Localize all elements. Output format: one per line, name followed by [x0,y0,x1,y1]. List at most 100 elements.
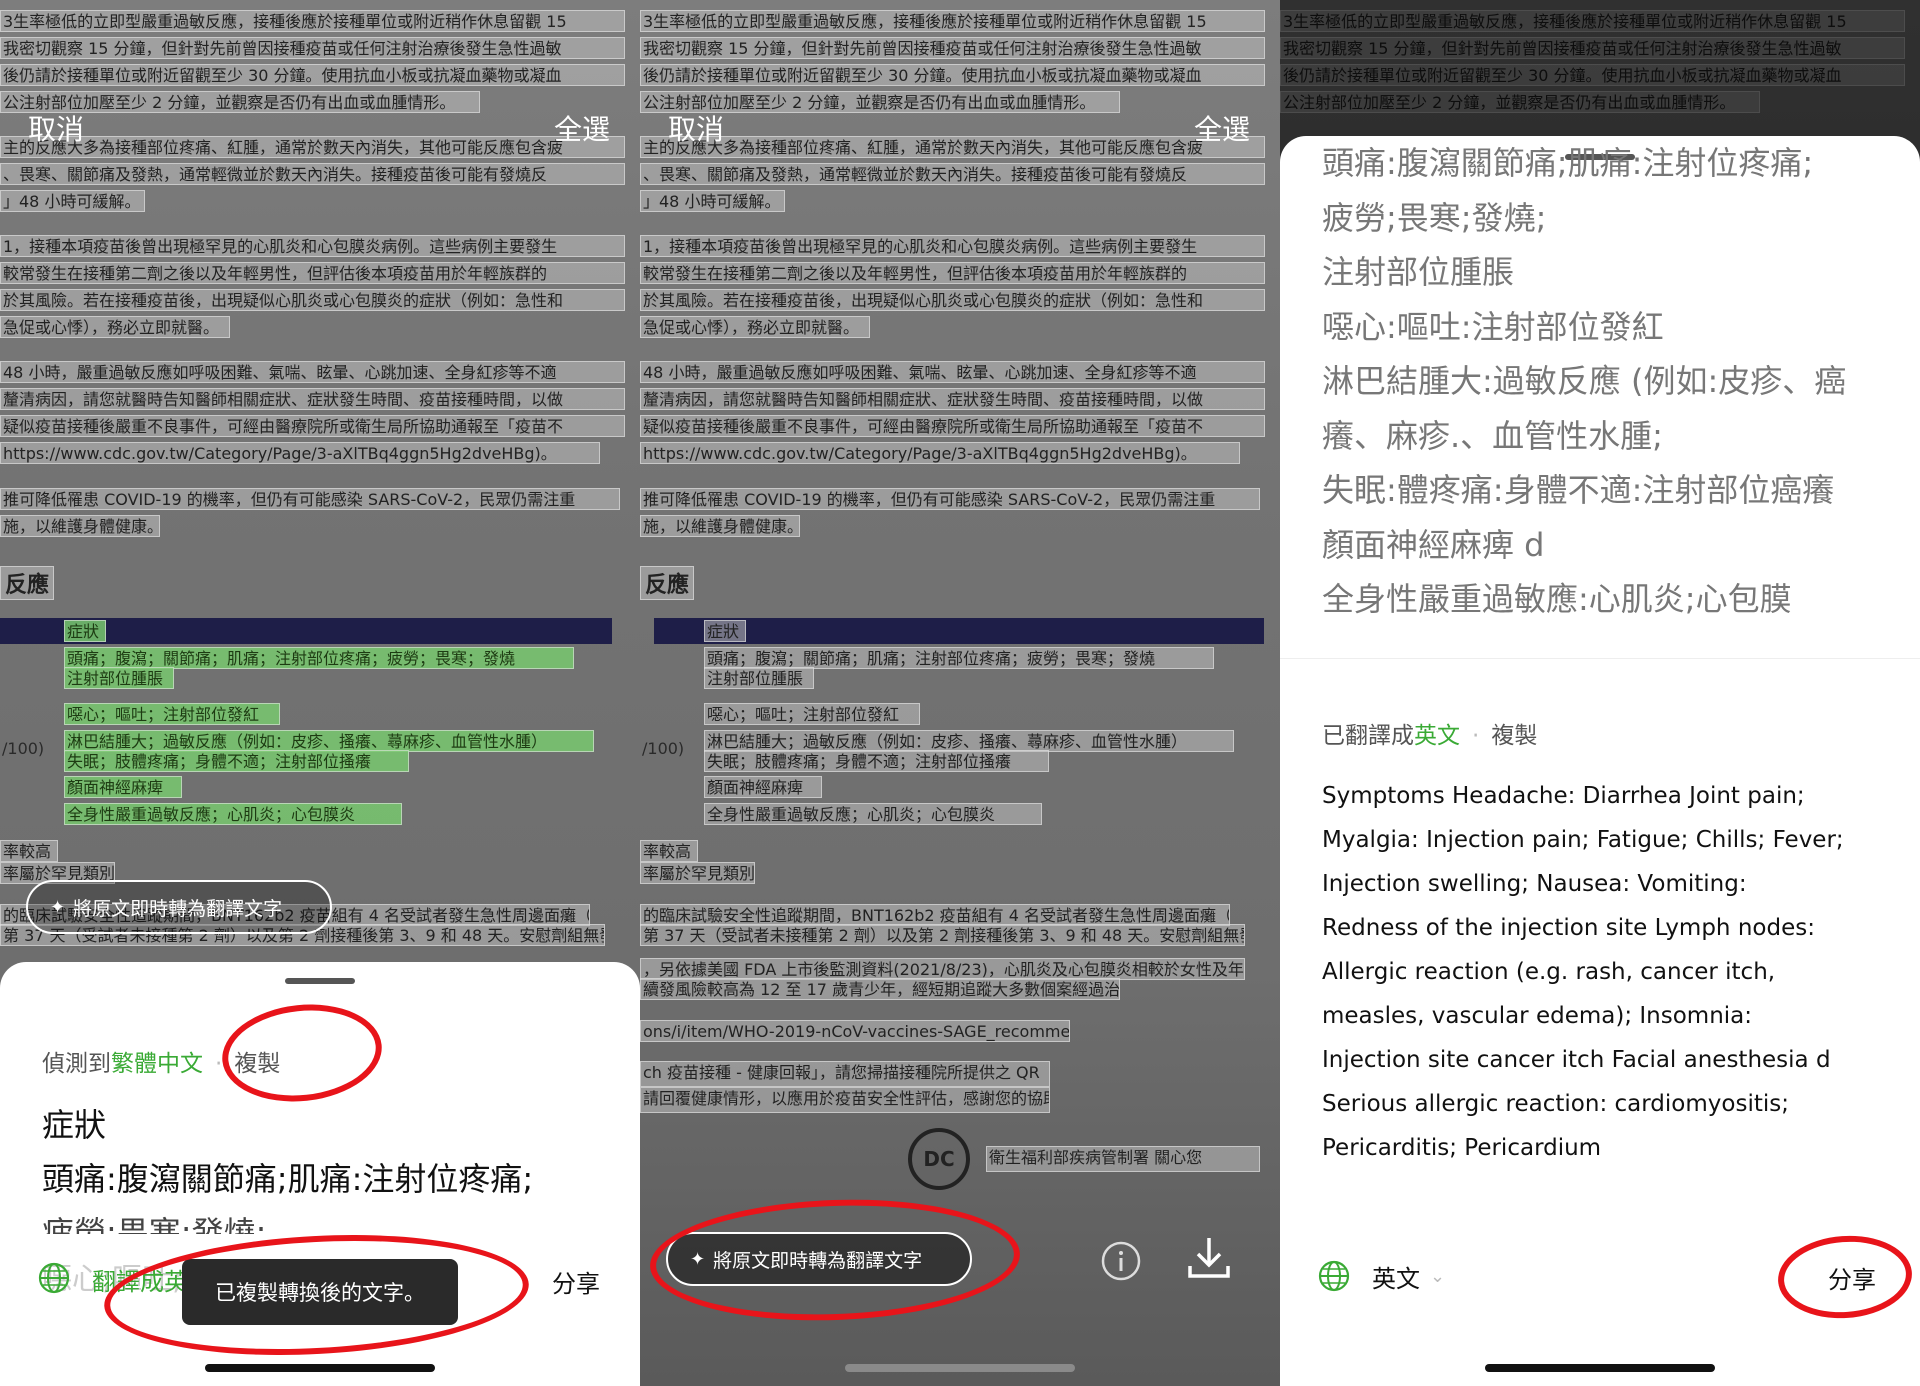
recognized-text: 頭痛:腹瀉關節痛;肌痛:注射位疼痛; 疲勞;畏寒;發燒; 注射部位腫脹 噁心:嘔… [1322,136,1846,627]
doc-symptom-line: 頭痛；腹瀉；關節痛；肌痛；注射部位疼痛；疲勞；畏寒；發燒 [704,647,1214,669]
doc-line: 施，以維護身體健康。 [640,515,800,537]
live-translate-label: 將原文即時轉為翻譯文字 [73,897,283,920]
home-indicator [845,1364,1075,1372]
doc-line: 疑似疫苗接種後嚴重不良事件，可經由醫療院所或衛生局所協助通報至「疫苗不 [0,415,625,437]
doc-heading: 反應 [0,566,55,600]
doc-line: 疑似疫苗接種後嚴重不良事件，可經由醫療院所或衛生局所協助通報至「疫苗不 [640,415,1265,437]
home-indicator [1485,1364,1715,1372]
recognized-line: 疲勞;畏寒;發燒; [1322,198,1547,237]
doc-symptom-line: 淋巴結腫大；過敏反應（例如：皮疹、搔癢、蕁麻疹、血管性水腫） [704,730,1234,752]
detected-language: 繁體中文 [111,1051,203,1077]
translated-line: Redness of the injection site Lymph node… [1322,915,1815,941]
cancel-button[interactable]: 取消 [668,108,724,148]
doc-line: 主的反應大多為接種部位疼痛、紅腫，通常於數天內消失，其他可能反應包含疲 [640,136,1265,158]
info-icon[interactable] [1100,1240,1142,1282]
doc-symptom-line: 顏面神經麻痺 [64,776,182,798]
detected-prefix: 偵測到 [42,1051,111,1077]
doc-line: 後仍請於接種單位或附近留觀至少 30 分鐘。使用抗血小板或抗凝血藥物或凝血 [640,64,1265,86]
doc-line: 我密切觀察 15 分鐘，但針對先前曾因接種疫苗或任何注射治療後發生急性過敏 [640,37,1265,59]
recognized-line: 噁心:嘔吐:注射部位發紅 [1322,307,1664,346]
doc-line: 釐清病因，請您就醫時告知醫師相關症狀、症狀發生時間、疫苗接種時間，以做 [0,388,625,410]
recognized-line: 全身性嚴重過敏應:心肌炎;心包膜 [1322,580,1792,618]
translated-line: Injection swelling; Nausea: Vomiting: [1322,871,1747,897]
globe-icon [1318,1260,1350,1292]
doc-line: 我密切觀察 15 分鐘，但針對先前曾因接種疫苗或任何注射治療後發生急性過敏 [1280,37,1905,59]
doc-line: 於其風險。若在接種疫苗後，出現疑似心肌炎或心包膜炎的症狀（例如：急性和 [640,289,1265,311]
doc-symptom-line: 失眠；肢體疼痛；身體不適；注射部位搔癢 [64,750,409,772]
recognized-text: 症狀 頭痛:腹瀉關節痛;肌痛:注射位疼痛; 疲勞;畏寒;發燒; [42,1098,533,1234]
doc-line: 3生率極低的立即型嚴重過敏反應，接種後應於接種單位或附近稍作休息留觀 15 [0,10,625,32]
recognized-line: 顏面神經麻痺 d [1322,525,1545,564]
doc-line: 釐清病因，請您就醫時告知醫師相關症狀、症狀發生時間、疫苗接種時間，以做 [640,388,1265,410]
doc-line: https://www.cdc.gov.tw/Category/Page/3-a… [640,442,1240,464]
doc-line: 率屬於罕見類別 [640,862,755,884]
translated-language: 英文 [1414,723,1460,749]
doc-line: 」48 小時可緩解。 [640,190,785,212]
doc-symptom-line: 全身性嚴重過敏反應；心肌炎；心包膜炎 [704,803,1042,825]
doc-ratio: /100) [642,739,685,758]
doc-symptom-line: 失眠；肢體疼痛；身體不適；注射部位搔癢 [704,750,1049,772]
doc-line: 施，以維護身體健康。 [0,515,160,537]
doc-line: 48 小時，嚴重過敏反應如呼吸困難、氣喘、眩暈、心跳加速、全身紅疹等不適 [0,361,625,383]
cdc-seal-logo: DC [908,1128,970,1190]
recognized-line: 症狀 [42,1106,107,1144]
doc-line: 續發風險較高為 12 至 17 歲青少年，經短期追蹤大多數個案經過治療後症狀已緩… [640,978,1120,1000]
copy-button[interactable]: 複製 [1491,723,1537,749]
doc-line: ons/i/item/WHO-2019-nCoV-vaccines-SAGE_r… [640,1020,1070,1042]
doc-line: 1，接種本項疫苗後曾出現極罕見的心肌炎和心包膜炎病例。這些病例主要發生 [0,235,625,257]
doc-line: 48 小時，嚴重過敏反應如呼吸困難、氣喘、眩暈、心跳加速、全身紅疹等不適 [640,361,1265,383]
select-all-button[interactable]: 全選 [1194,108,1250,148]
doc-line: 主的反應大多為接種部位疼痛、紅腫，通常於數天內消失，其他可能反應包含疲 [0,136,625,158]
doc-line: 我密切觀察 15 分鐘，但針對先前曾因接種疫苗或任何注射治療後發生急性過敏 [0,37,625,59]
download-icon[interactable] [1186,1234,1232,1282]
doc-ratio: /100) [2,739,45,758]
doc-line: 率較高 [640,840,698,862]
doc-symptom-line: 噁心；嘔吐；注射部位發紅 [704,703,920,725]
translation-sheet: 頭痛:腹瀉關節痛;肌痛:注射位疼痛; 疲勞;畏寒;發燒; 注射部位腫脹 噁心:嘔… [1280,136,1920,1386]
doc-symptom-header: 症狀 [704,620,746,642]
doc-line: 請回覆健康情形，以應用於疫苗安全性評估，感謝您的協助！ [640,1087,1050,1113]
document-background: 3生率極低的立即型嚴重過敏反應，接種後應於接種單位或附近稍作休息留觀 15 我密… [640,0,1280,1386]
doc-symptom-line: 注射部位腫脹 [64,667,174,689]
doc-symptom-line: 顏面神經麻痺 [704,776,822,798]
translated-line: Myalgia: Injection pain; Fatigue; Chills… [1322,827,1844,853]
translated-line: Serious allergic reaction: cardiomyositi… [1322,1091,1789,1117]
doc-symptom-line: 全身性嚴重過敏反應；心肌炎；心包膜炎 [64,803,402,825]
doc-symptom-line: 噁心；嘔吐；注射部位發紅 [64,703,280,725]
doc-line: 第 37 天（受試者未接種第 2 劑）以及第 2 劑接種後第 3、9 和 48 … [640,924,1245,946]
doc-line: 推可降低罹患 COVID-19 的機率，但仍有可能感染 SARS-CoV-2，民… [640,488,1260,510]
recognized-line: 注射部位腫脹 [1322,253,1515,291]
live-translate-button[interactable]: ✦ 將原文即時轉為翻譯文字 [26,880,332,934]
doc-line: 3生率極低的立即型嚴重過敏反應，接種後應於接種單位或附近稍作休息留觀 15 [1280,10,1905,32]
translated-language-row: 已翻譯成英文 · 複製 [1322,723,1538,749]
doc-line: 後仍請於接種單位或附近留觀至少 30 分鐘。使用抗血小板或抗凝血藥物或凝血 [1280,64,1905,86]
translated-text: Symptoms Headache: Diarrhea Joint pain; … [1322,774,1844,1170]
language-label: 英文 [1372,1265,1420,1293]
sparkle-icon: ✦ [50,896,66,918]
chevron-down-icon: ⌄ [1430,1266,1446,1287]
recognized-line: 癢、麻疹.、血管性水腫; [1322,416,1663,455]
doc-heading: 反應 [640,566,695,600]
doc-line: 推可降低罹患 COVID-19 的機率，但仍有可能感染 SARS-CoV-2，民… [0,488,620,510]
doc-line: 急促或心悸），務必立即就醫。 [0,316,230,338]
cancel-button[interactable]: 取消 [28,108,84,148]
doc-line: 較常發生在接種第二劑之後以及年輕男性，但評估後本項疫苗用於年輕族群的 [0,262,625,284]
select-all-button[interactable]: 全選 [554,108,610,148]
doc-line: https://www.cdc.gov.tw/Category/Page/3-a… [0,442,600,464]
recognized-line: 頭痛:腹瀉關節痛;肌痛:注射位疼痛; [1322,144,1814,182]
doc-line: ，另依據美國 FDA 上市後監測資料(2021/8/23)，心肌炎及心包膜炎相較… [640,958,1245,980]
language-selector[interactable]: 英文 ⌄ [1372,1259,1445,1294]
doc-line: 1，接種本項疫苗後曾出現極罕見的心肌炎和心包膜炎病例。這些病例主要發生 [640,235,1265,257]
doc-line: 後仍請於接種單位或附近留觀至少 30 分鐘。使用抗血小板或抗凝血藥物或凝血 [0,64,625,86]
translated-line: Injection site cancer itch Facial anesth… [1322,1047,1831,1073]
doc-symptom-line: 淋巴結腫大；過敏反應（例如：皮疹、搔癢、蕁麻疹、血管性水腫） [64,730,594,752]
doc-line: 較常發生在接種第二劑之後以及年輕男性，但評估後本項疫苗用於年輕族群的 [640,262,1265,284]
doc-symptom-line: 注射部位腫脹 [704,667,814,689]
doc-line: ch 疫苗接種 - 健康回報」，請您掃描接種院所提供之 QR [640,1061,1050,1087]
panel-3-translation-result: 3生率極低的立即型嚴重過敏反應，接種後應於接種單位或附近稍作休息留觀 15 我密… [1280,0,1920,1386]
share-button[interactable]: 分享 [552,1264,600,1299]
sheet-grabber[interactable] [285,978,355,984]
recognized-line: 失眠:體疼痛:身體不適:注射部位癌癢 [1322,471,1835,509]
doc-line: 的臨床試驗安全性追蹤期間，BNT162b2 疫苗組有 4 名受試者發生急性周邊面… [640,904,1230,926]
panel-2-live-translate: 3生率極低的立即型嚴重過敏反應，接種後應於接種單位或附近稍作休息留觀 15 我密… [640,0,1280,1386]
